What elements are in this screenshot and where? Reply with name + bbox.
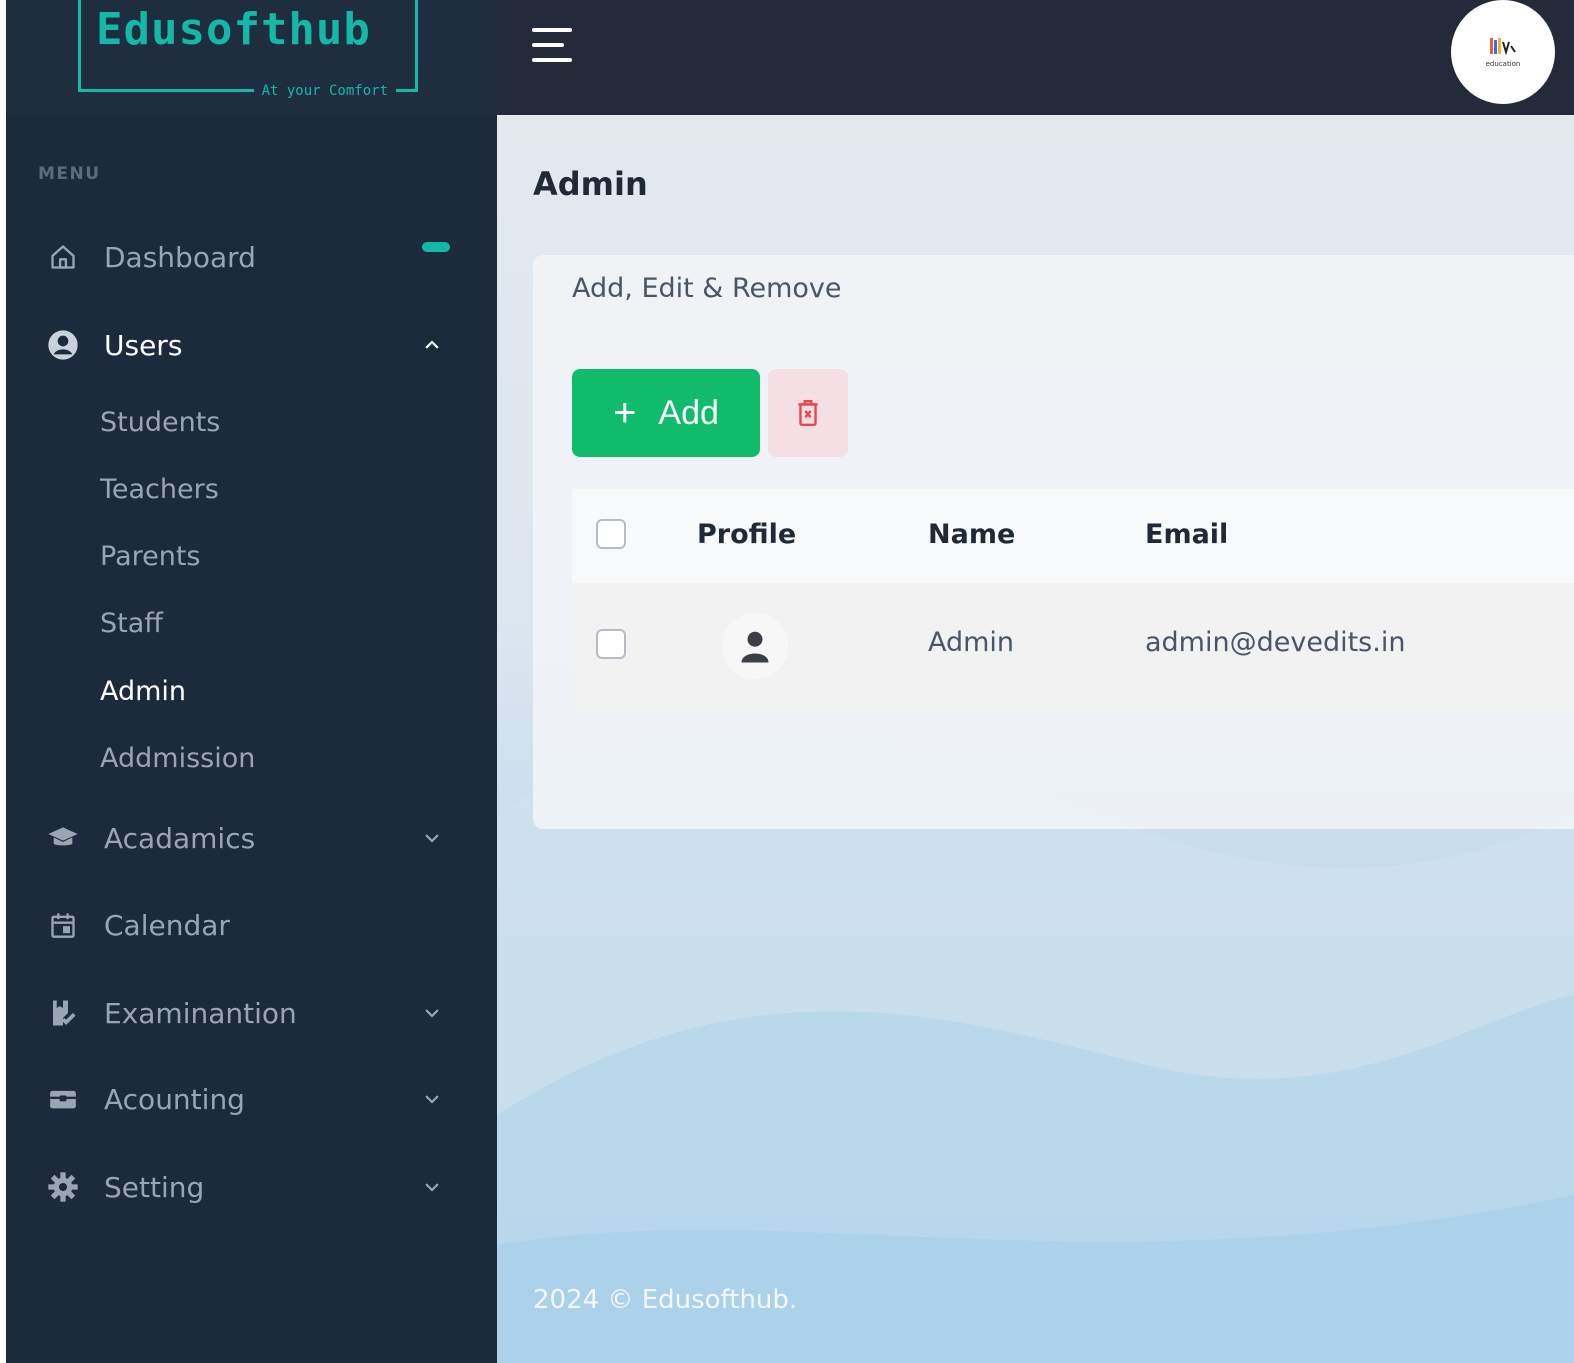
- sidebar-item-acadamics[interactable]: Acadamics: [6, 810, 497, 866]
- table-row[interactable]: Admin admin@devedits.in: [572, 583, 1574, 709]
- avatar-caption: education: [1485, 60, 1521, 68]
- person-icon: [741, 631, 769, 663]
- sidebar-subitem-staff[interactable]: Staff: [100, 608, 163, 639]
- select-all-checkbox[interactable]: [596, 519, 626, 549]
- add-button[interactable]: + Add: [572, 369, 760, 457]
- exam-icon: [46, 996, 80, 1030]
- user-circle-icon: [46, 328, 80, 362]
- sidebar-item-label: Acounting: [104, 1082, 245, 1116]
- home-icon: [46, 240, 80, 274]
- sidebar-item-calendar[interactable]: Calendar: [6, 897, 497, 953]
- sidebar-item-label: Calendar: [104, 908, 230, 942]
- admin-card: Add, Edit & Remove + Add Profile Name Em…: [533, 255, 1574, 829]
- sidebar-item-dashboard[interactable]: Dashboard: [6, 229, 497, 285]
- hamburger-icon[interactable]: [532, 28, 572, 64]
- column-header-name[interactable]: Name: [928, 519, 1015, 550]
- sidebar-subitem-parents[interactable]: Parents: [100, 541, 201, 572]
- main-content: Admin Add, Edit & Remove + Add Profile N…: [497, 115, 1574, 1363]
- graduation-cap-icon: [46, 821, 80, 855]
- chevron-down-icon: [420, 826, 444, 850]
- sidebar-item-examinantion[interactable]: Examinantion: [6, 985, 497, 1041]
- brand-tagline: At your Comfort: [253, 83, 396, 99]
- topbar: education: [497, 0, 1574, 115]
- trash-icon: [798, 399, 818, 427]
- row-checkbox[interactable]: [596, 629, 626, 659]
- brand-logo[interactable]: Edusofthub At your Comfort: [78, 0, 418, 99]
- brand-area: Edusofthub At your Comfort: [6, 0, 497, 115]
- user-avatar[interactable]: education: [1451, 0, 1555, 104]
- chevron-down-icon: [420, 1175, 444, 1199]
- chevron-up-icon: [420, 333, 444, 357]
- sidebar-item-label: Acadamics: [104, 821, 256, 855]
- education-logo-icon: [1490, 38, 1516, 56]
- sidebar-item-setting[interactable]: Setting: [6, 1159, 497, 1215]
- sidebar-subitem-addmission[interactable]: Addmission: [100, 743, 255, 774]
- sidebar-item-label: Users: [104, 328, 183, 362]
- plus-icon: +: [613, 391, 637, 435]
- sidebar-subitem-admin[interactable]: Admin: [100, 676, 186, 707]
- sidebar-subitem-teachers[interactable]: Teachers: [100, 474, 219, 505]
- row-name: Admin: [928, 627, 1015, 658]
- card-subtitle: Add, Edit & Remove: [572, 273, 842, 304]
- sidebar-item-label: Examinantion: [104, 996, 297, 1030]
- sidebar-item-label: Dashboard: [104, 240, 256, 274]
- sidebar-item-acounting[interactable]: Acounting: [6, 1071, 497, 1127]
- page-title: Admin: [533, 165, 648, 203]
- active-indicator: [422, 242, 450, 252]
- add-button-label: Add: [658, 393, 719, 432]
- sidebar-subitem-students[interactable]: Students: [100, 407, 220, 438]
- column-header-email[interactable]: Email: [1145, 519, 1228, 550]
- sidebar-item-label: Setting: [104, 1170, 205, 1204]
- row-email: admin@devedits.in: [1145, 627, 1406, 658]
- menu-heading: MENU: [38, 164, 101, 184]
- calendar-icon: [46, 908, 80, 942]
- brand-name: Edusofthub: [96, 4, 371, 55]
- chevron-down-icon: [420, 1001, 444, 1025]
- table-header: Profile Name Email: [572, 489, 1574, 583]
- sidebar: Edusofthub At your Comfort MENU Dashboar…: [6, 0, 497, 1363]
- wallet-icon: [46, 1082, 80, 1116]
- sidebar-item-users[interactable]: Users: [6, 317, 497, 373]
- chevron-down-icon: [420, 1087, 444, 1111]
- row-avatar: [722, 613, 788, 679]
- column-header-profile[interactable]: Profile: [697, 519, 796, 550]
- gear-icon: [46, 1170, 80, 1204]
- footer-copyright: 2024 © Edusofthub.: [533, 1285, 798, 1315]
- delete-button[interactable]: [768, 369, 848, 457]
